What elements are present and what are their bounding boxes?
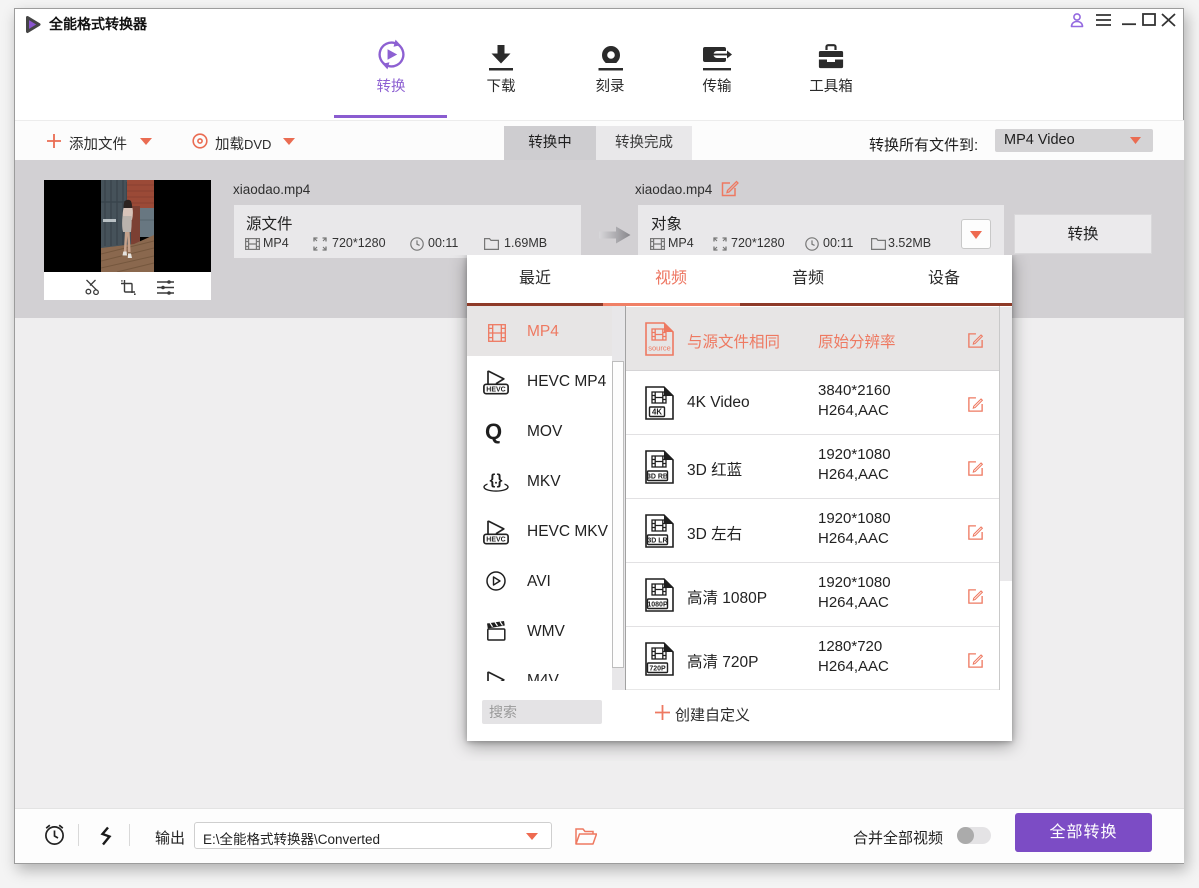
svg-text:{ }: { } xyxy=(490,472,503,489)
svg-text:HEVC: HEVC xyxy=(486,537,505,544)
svg-text:720P: 720P xyxy=(649,665,666,672)
svg-text:3D LR: 3D LR xyxy=(647,537,667,544)
svg-text:4K: 4K xyxy=(652,408,662,417)
svg-text:source: source xyxy=(648,344,671,353)
svg-text:3D RB: 3D RB xyxy=(647,473,668,480)
svg-text:1080P: 1080P xyxy=(647,601,668,608)
svg-text:HEVC: HEVC xyxy=(486,387,505,394)
